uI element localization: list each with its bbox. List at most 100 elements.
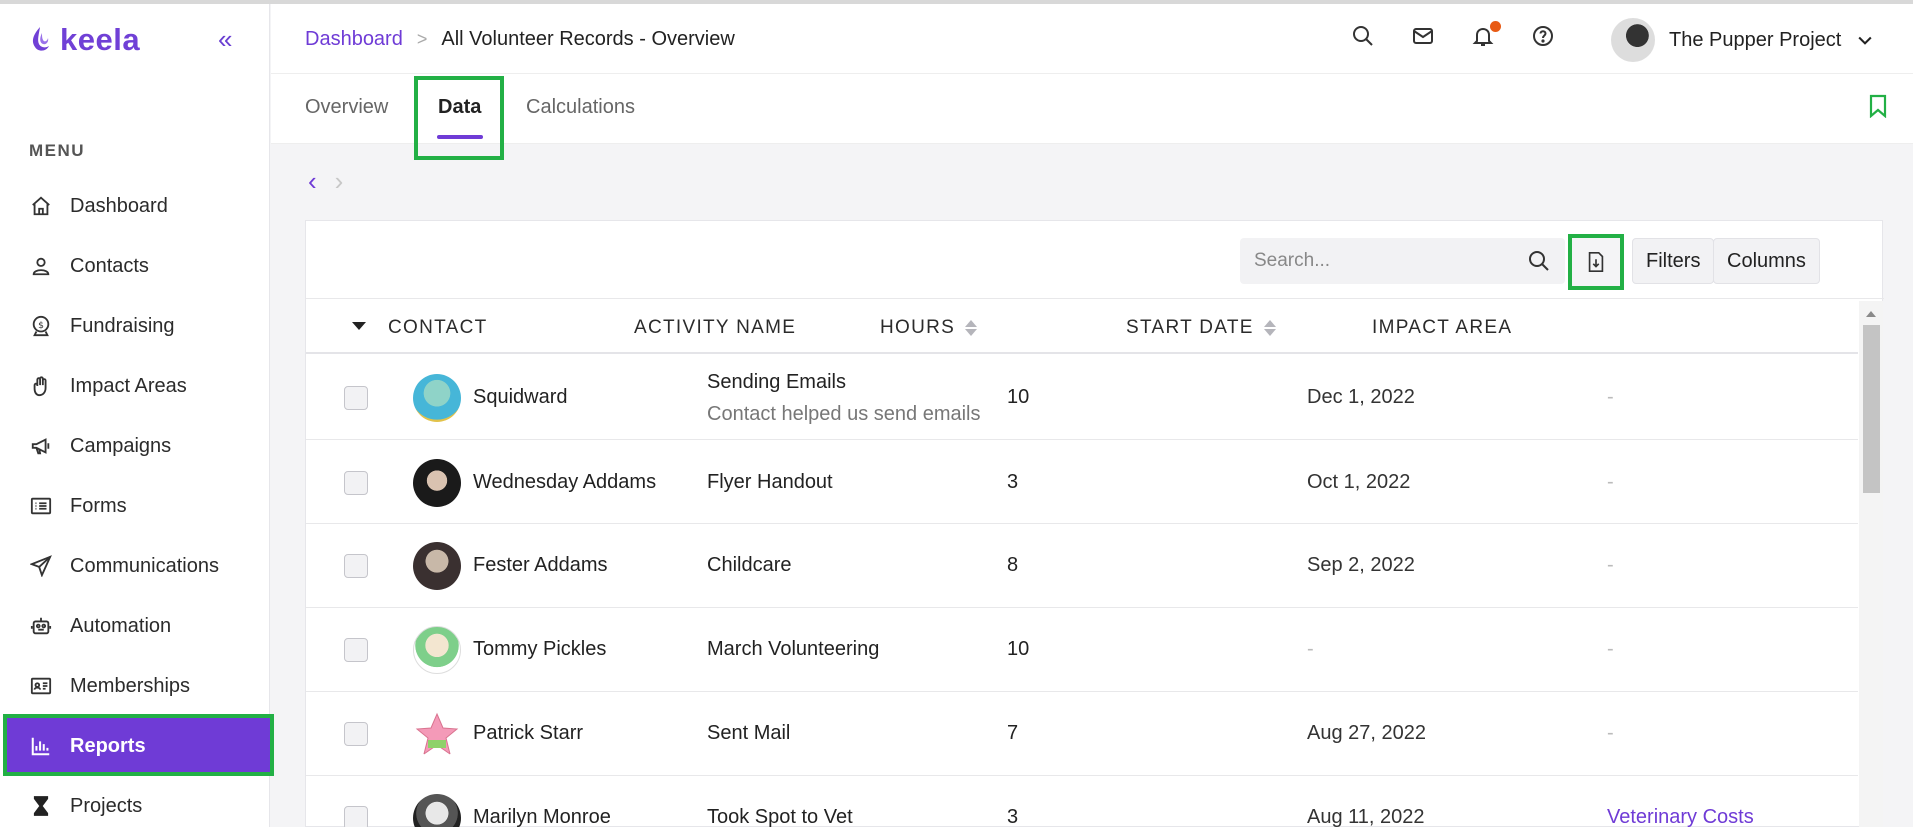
avatar <box>413 710 461 758</box>
sidebar-item-automation[interactable]: Automation <box>0 596 270 656</box>
impact-area: - <box>1607 638 1614 660</box>
collapse-sidebar-icon[interactable]: « <box>218 24 232 55</box>
row-checkbox[interactable] <box>344 471 368 495</box>
activity-name: Childcare <box>707 554 792 576</box>
start-date: Aug 11, 2022 <box>1307 806 1425 827</box>
sidebar-item-forms[interactable]: Forms <box>0 476 270 536</box>
start-date: Sep 2, 2022 <box>1307 554 1415 576</box>
id-card-icon <box>29 674 53 698</box>
hours-value: 10 <box>1007 386 1030 408</box>
sidebar-item-label: Impact Areas <box>70 374 187 397</box>
impact-area-link[interactable]: Veterinary Costs <box>1607 806 1754 827</box>
tab-calculations[interactable]: Calculations <box>526 96 635 119</box>
sidebar-item-label: Communications <box>70 554 219 577</box>
contact-name[interactable]: Marilyn Monroe <box>473 806 611 827</box>
chevron-down-icon <box>1858 36 1872 45</box>
activity-name: Sending Emails <box>707 371 846 393</box>
contact-name[interactable]: Wednesday Addams <box>473 471 656 494</box>
column-header-activity-name[interactable]: ACTIVITY NAME <box>634 317 796 339</box>
columns-button[interactable]: Columns <box>1713 238 1820 284</box>
logo[interactable]: keela <box>28 22 140 58</box>
row-checkbox[interactable] <box>344 638 368 662</box>
contact-name[interactable]: Patrick Starr <box>473 722 583 745</box>
svg-text:$: $ <box>38 320 44 331</box>
dollar-badge-icon: $ <box>29 314 53 338</box>
start-date: Aug 27, 2022 <box>1307 722 1426 744</box>
sidebar-item-memberships[interactable]: Memberships <box>0 656 270 716</box>
sidebar-item-label: Automation <box>70 614 172 637</box>
column-header-contact[interactable]: CONTACT <box>388 317 488 339</box>
sidebar-item-campaigns[interactable]: Campaigns <box>0 416 270 476</box>
notification-badge <box>1490 21 1501 32</box>
sidebar-item-dashboard[interactable]: Dashboard <box>0 176 270 236</box>
search-input[interactable] <box>1254 250 1527 272</box>
row-checkbox[interactable] <box>344 806 368 827</box>
breadcrumb-dashboard-link[interactable]: Dashboard <box>305 28 403 51</box>
chevron-left-icon[interactable]: ‹ <box>308 166 317 197</box>
chevron-right-icon[interactable]: › <box>335 166 344 197</box>
scrollbar[interactable] <box>1859 301 1883 827</box>
start-date: Oct 1, 2022 <box>1307 471 1411 493</box>
contact-name[interactable]: Squidward <box>473 386 568 409</box>
search-icon[interactable] <box>1351 24 1377 50</box>
breadcrumb: Dashboard > All Volunteer Records - Over… <box>305 28 735 51</box>
notification-bell-icon[interactable] <box>1471 21 1501 50</box>
avatar <box>413 626 461 674</box>
tab-overview[interactable]: Overview <box>305 96 388 119</box>
activity-name: Flyer Handout <box>707 471 833 493</box>
tabs-bar: Overview Data Calculations <box>271 74 1913 144</box>
filters-button[interactable]: Filters <box>1632 238 1715 284</box>
table-row[interactable]: Marilyn Monroe Took Spot to Vet 3 Aug 11… <box>306 777 1858 827</box>
top-header: Dashboard > All Volunteer Records - Over… <box>271 4 1913 74</box>
scroll-up-arrow-icon[interactable] <box>1866 311 1876 317</box>
table-row[interactable]: Wednesday Addams Flyer Handout 3 Oct 1, … <box>306 441 1858 524</box>
help-icon[interactable] <box>1531 24 1557 50</box>
avatar <box>413 459 461 507</box>
sidebar-item-label: Fundraising <box>70 314 175 337</box>
hours-value: 3 <box>1007 806 1019 827</box>
sidebar-item-projects[interactable]: Projects <box>0 776 270 827</box>
row-checkbox[interactable] <box>344 722 368 746</box>
breadcrumb-current: All Volunteer Records - Overview <box>441 28 735 50</box>
org-switcher[interactable]: The Pupper Project <box>1611 18 1875 62</box>
table-row[interactable]: Tommy Pickles March Volunteering 10 - - <box>306 609 1858 692</box>
hours-value: 3 <box>1007 471 1019 493</box>
avatar <box>1611 18 1655 62</box>
pager: ‹ › <box>308 166 343 197</box>
hourglass-icon <box>29 794 53 818</box>
sort-icon[interactable] <box>1263 320 1276 336</box>
sidebar-item-fundraising[interactable]: $ Fundraising <box>0 296 270 356</box>
org-name: The Pupper Project <box>1669 28 1842 51</box>
search-icon[interactable] <box>1527 249 1551 273</box>
scrollbar-thumb[interactable] <box>1863 325 1880 493</box>
sidebar-item-impact-areas[interactable]: Impact Areas <box>0 356 270 416</box>
download-file-icon <box>1588 252 1604 272</box>
mail-icon[interactable] <box>1411 24 1437 50</box>
export-button[interactable] <box>1568 234 1624 290</box>
select-all-dropdown-icon[interactable] <box>352 322 366 330</box>
table-row[interactable]: Fester Addams Childcare 8 Sep 2, 2022 - <box>306 525 1858 608</box>
impact-area: - <box>1607 471 1614 493</box>
sidebar-item-contacts[interactable]: Contacts <box>0 236 270 296</box>
table-row[interactable]: Patrick Starr Sent Mail 7 Aug 27, 2022 - <box>306 693 1858 776</box>
hours-value: 10 <box>1007 638 1030 660</box>
row-checkbox[interactable] <box>344 386 368 410</box>
row-checkbox[interactable] <box>344 554 368 578</box>
sort-icon[interactable] <box>965 320 978 336</box>
avatar <box>413 374 461 422</box>
sidebar-item-label: Dashboard <box>70 194 168 217</box>
column-header-start-date[interactable]: START DATE <box>1126 317 1276 339</box>
column-header-impact-area[interactable]: IMPACT AREA <box>1372 317 1512 339</box>
search-box <box>1240 238 1565 284</box>
sidebar-item-communications[interactable]: Communications <box>0 536 270 596</box>
sidebar-nav: Dashboard Contacts $ Fundraising Impact … <box>0 176 274 827</box>
contact-name[interactable]: Tommy Pickles <box>473 638 606 661</box>
paper-plane-icon <box>29 554 53 578</box>
sidebar-item-reports[interactable]: Reports <box>3 714 274 776</box>
bookmark-icon[interactable] <box>1868 94 1888 118</box>
contact-name[interactable]: Fester Addams <box>473 554 608 577</box>
table-row[interactable]: Squidward Sending Emails Contact helped … <box>306 356 1858 440</box>
logo-text: keela <box>60 22 141 57</box>
megaphone-icon <box>29 434 53 458</box>
column-header-hours[interactable]: HOURS <box>880 317 978 339</box>
